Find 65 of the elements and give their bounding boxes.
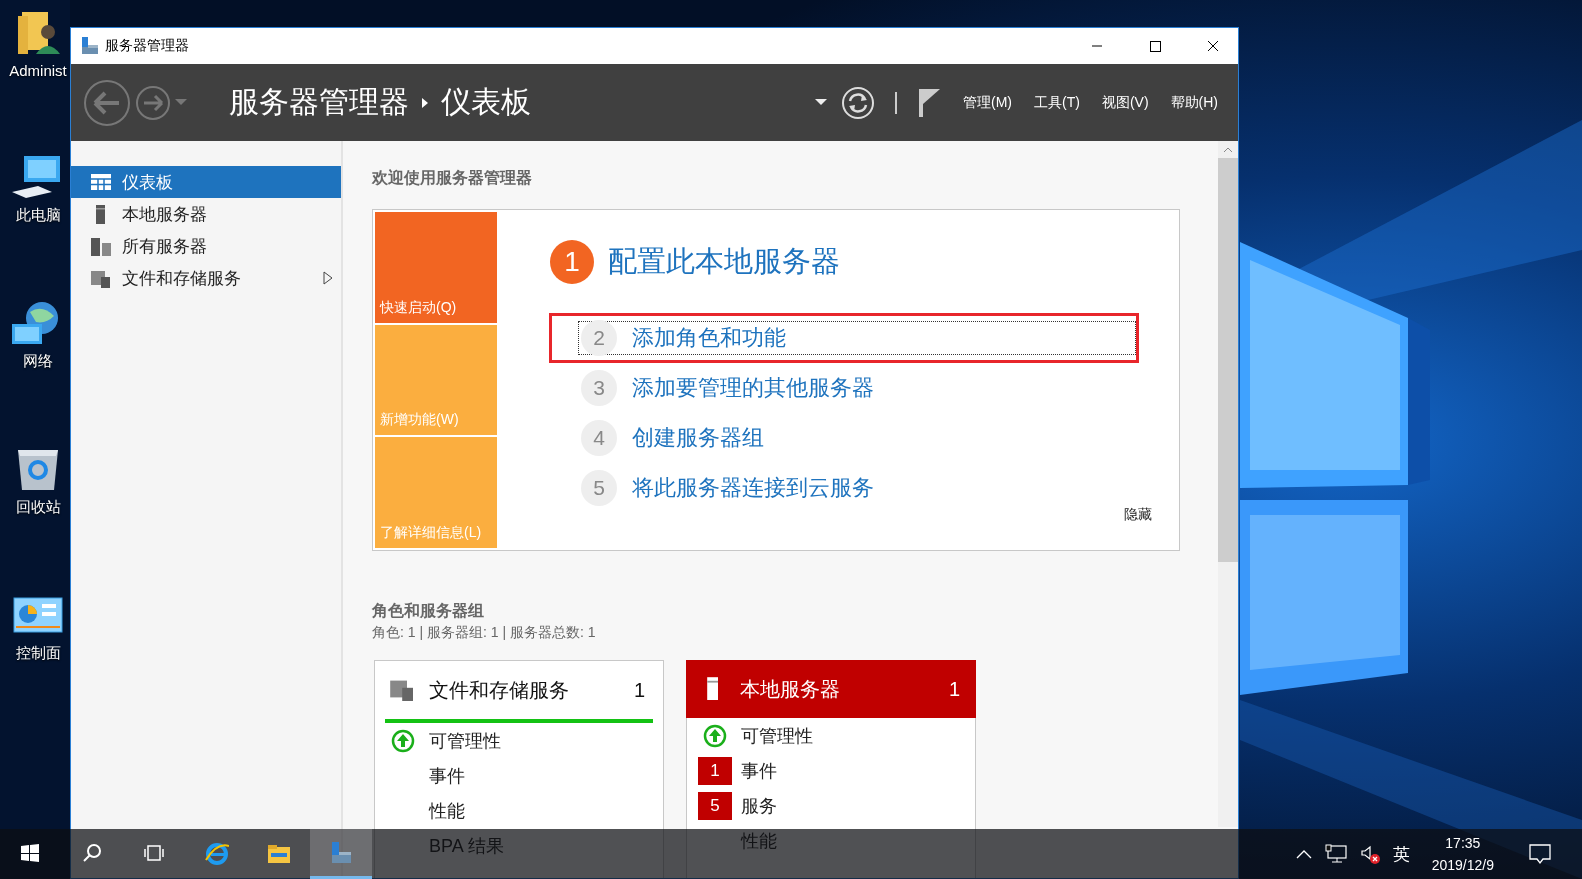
step-link[interactable]: 创建服务器组 bbox=[632, 423, 764, 453]
card-row-link[interactable]: 事件 bbox=[741, 758, 777, 783]
breadcrumb-item[interactable]: 服务器管理器 bbox=[229, 82, 409, 123]
section-heading: 欢迎使用服务器管理器 bbox=[372, 168, 533, 188]
notification-icon[interactable] bbox=[1528, 843, 1552, 865]
sidebar-item[interactable]: 文件和存储服务 bbox=[71, 262, 341, 294]
server-icon bbox=[90, 235, 112, 257]
roles-summary: 角色: 1 | 服务器组: 1 | 服务器总数: 1 bbox=[372, 624, 597, 642]
desktop-icon-label[interactable]: Administ bbox=[9, 62, 67, 79]
card-title: 文件和存储服务 bbox=[429, 677, 569, 703]
desktop-icon-label[interactable]: 网络 bbox=[23, 352, 53, 371]
card-row-link[interactable]: 可管理性 bbox=[741, 723, 813, 748]
caret-icon[interactable] bbox=[815, 98, 827, 107]
breadcrumb-item: 仪表板 bbox=[441, 84, 531, 120]
sidebar-item[interactable]: 仪表板 bbox=[71, 166, 341, 198]
step-number: 5 bbox=[581, 470, 617, 506]
volume-icon[interactable] bbox=[1358, 843, 1381, 865]
desktop-icon-label[interactable]: 控制面 bbox=[15, 644, 61, 663]
card-header[interactable]: 文件和存储服务 1 bbox=[385, 661, 653, 723]
count-badge: 5 bbox=[698, 791, 732, 820]
step-link[interactable]: 配置此本地服务器 bbox=[608, 242, 840, 282]
section-heading: 角色和服务器组 bbox=[372, 601, 485, 621]
step-number: 3 bbox=[581, 370, 617, 406]
server-manager-icon bbox=[80, 36, 100, 56]
menu-item[interactable]: 视图(V) bbox=[1101, 93, 1149, 112]
scrollbar[interactable] bbox=[1218, 141, 1238, 827]
step-number: 1 bbox=[550, 240, 594, 284]
card-count: 1 bbox=[633, 678, 645, 702]
card-row-link[interactable]: 服务 bbox=[741, 793, 777, 818]
input-language[interactable]: 英 bbox=[1392, 842, 1410, 866]
flag-icon[interactable] bbox=[917, 87, 941, 118]
desktop-icon-label[interactable]: 此电脑 bbox=[15, 206, 61, 225]
step-link[interactable]: 添加角色和功能 bbox=[632, 323, 786, 353]
hide-link[interactable]: 隐藏 bbox=[1124, 506, 1152, 524]
chevron-icon bbox=[421, 96, 429, 109]
menu-item[interactable]: 工具(T) bbox=[1034, 93, 1080, 112]
menu-item[interactable]: 帮助(H) bbox=[1170, 93, 1218, 112]
clock-time[interactable]: 17:35 bbox=[1445, 832, 1481, 854]
card-title: 本地服务器 bbox=[740, 676, 840, 702]
card-row-link[interactable]: 可管理性 bbox=[429, 728, 501, 753]
refresh-icon[interactable] bbox=[841, 85, 875, 120]
grid-icon bbox=[90, 171, 112, 193]
step-number: 2 bbox=[581, 320, 617, 356]
clock-date[interactable]: 2019/12/9 bbox=[1431, 854, 1494, 876]
card-header[interactable]: 本地服务器 1 bbox=[686, 660, 976, 718]
server-manager-icon bbox=[329, 840, 353, 865]
chevron-up-icon[interactable] bbox=[1294, 848, 1313, 860]
menu-item[interactable]: 管理(M) bbox=[963, 93, 1012, 112]
scroll-thumb[interactable] bbox=[1218, 158, 1238, 562]
count-badge: 1 bbox=[698, 756, 732, 785]
step-link[interactable]: 将此服务器连接到云服务 bbox=[632, 473, 874, 503]
sidebar-item[interactable]: 本地服务器 bbox=[71, 198, 341, 230]
folder-icon bbox=[267, 842, 291, 866]
expand-arrow-icon[interactable] bbox=[323, 271, 333, 285]
card-row-link[interactable]: 事件 bbox=[429, 763, 465, 788]
step-link[interactable]: 添加要管理的其他服务器 bbox=[632, 373, 874, 403]
scroll-up-icon[interactable] bbox=[1222, 146, 1234, 154]
window-title: 服务器管理器 bbox=[105, 37, 189, 55]
sidebar-item[interactable]: 所有服务器 bbox=[71, 230, 341, 262]
desktop-icon-label[interactable]: 回收站 bbox=[15, 498, 61, 517]
card-row-link[interactable]: 性能 bbox=[429, 798, 465, 823]
browser-icon bbox=[205, 842, 229, 866]
card-count: 1 bbox=[948, 677, 960, 701]
network-icon[interactable] bbox=[1324, 844, 1347, 864]
step-number: 4 bbox=[581, 420, 617, 456]
